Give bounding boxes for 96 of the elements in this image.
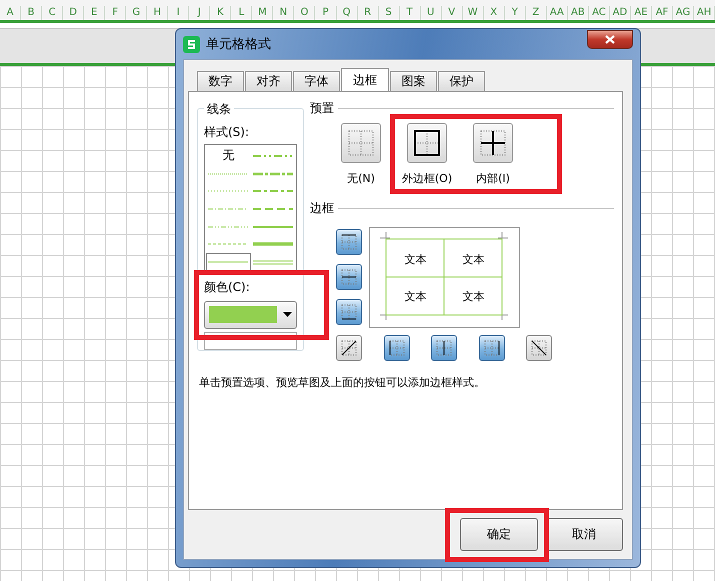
line-sample-icon	[208, 224, 248, 229]
preset-label: 外边框(O)	[402, 171, 452, 186]
border-toggle-button[interactable]	[526, 335, 552, 361]
border-grid-icon	[341, 269, 357, 285]
line-sample-icon	[252, 260, 293, 265]
column-header[interactable]: AF	[652, 6, 673, 20]
tab[interactable]: 图案	[390, 71, 437, 91]
line-sample-icon	[252, 207, 293, 212]
dialog-title: 单元格格式	[206, 36, 272, 53]
column-header[interactable]: R	[358, 6, 379, 20]
column-header[interactable]: C	[42, 6, 64, 20]
line-sample-icon	[252, 224, 293, 229]
preview-text: 文本	[404, 288, 428, 304]
preview-text: 文本	[462, 252, 486, 268]
line-sample-icon	[252, 154, 293, 158]
border-toggle-button[interactable]	[336, 229, 362, 255]
column-header[interactable]: AH	[694, 6, 715, 20]
color-dropdown[interactable]	[204, 301, 297, 329]
column-header[interactable]: J	[189, 6, 210, 20]
preset-button[interactable]	[473, 123, 513, 163]
border-grid-icon	[480, 130, 506, 156]
preview-text: 文本	[462, 288, 486, 304]
border-toggle-button[interactable]	[336, 264, 362, 290]
border-grid-icon	[348, 130, 374, 156]
preset-button[interactable]	[407, 123, 447, 163]
line-sample-icon	[252, 172, 293, 176]
tab[interactable]: 对齐	[245, 71, 292, 91]
field-label: 颜色(C):	[204, 279, 251, 296]
column-header[interactable]: AG	[673, 6, 694, 20]
tab[interactable]: 字体	[293, 71, 340, 91]
dialog-button[interactable]: 确定	[460, 518, 538, 551]
column-header[interactable]: A	[0, 6, 22, 20]
column-header[interactable]: X	[484, 6, 505, 20]
hint-text: 单击预置选项、预览草图及上面的按钮可以添加边框样式。	[199, 375, 486, 390]
close-icon	[605, 34, 615, 44]
preview-text: 文本	[404, 252, 428, 268]
column-header[interactable]: T	[400, 6, 421, 20]
column-header[interactable]: S	[378, 6, 400, 20]
column-header[interactable]: Y	[504, 6, 526, 20]
column-header[interactable]: Q	[336, 6, 358, 20]
column-header[interactable]: F	[105, 6, 126, 20]
section-title: 边框	[310, 200, 334, 217]
column-header[interactable]: G	[126, 6, 148, 20]
column-header[interactable]: V	[442, 6, 463, 20]
preset-label: 内部(I)	[476, 171, 510, 186]
border-grid-icon	[388, 340, 404, 356]
column-header[interactable]: I	[168, 6, 190, 20]
line-style-option[interactable]	[206, 253, 250, 271]
tab[interactable]: 边框	[341, 68, 389, 91]
border-grid-icon	[531, 340, 547, 356]
border-toggle-button[interactable]	[431, 335, 457, 361]
tab[interactable]: 保护	[438, 71, 485, 91]
border-grid-icon	[341, 234, 357, 250]
column-header[interactable]: L	[231, 6, 252, 20]
column-header[interactable]: AE	[630, 6, 652, 20]
app-logo-icon	[183, 36, 200, 52]
column-header[interactable]: AA	[546, 6, 568, 20]
column-header[interactable]: U	[420, 6, 442, 20]
border-toggle-button[interactable]	[336, 335, 362, 361]
column-header[interactable]: M	[252, 6, 274, 20]
column-header[interactable]: H	[147, 6, 168, 20]
border-toggle-button[interactable]	[478, 335, 504, 361]
line-sample-icon	[208, 172, 248, 176]
border-toggle-button[interactable]	[336, 299, 362, 325]
line-sample-icon	[252, 189, 293, 194]
column-header[interactable]: AC	[588, 6, 610, 20]
preset-label: 无(N)	[347, 171, 375, 186]
border-grid-icon	[436, 340, 452, 356]
border-toggle-button[interactable]	[384, 335, 410, 361]
line-sample-icon	[252, 242, 293, 246]
caret-icon	[283, 312, 292, 318]
border-grid-icon	[414, 130, 440, 156]
section-title: 预置	[310, 100, 334, 117]
line-sample-icon	[208, 242, 248, 246]
column-header[interactable]: AB	[568, 6, 589, 20]
column-header[interactable]: O	[294, 6, 316, 20]
line-sample-icon	[208, 189, 248, 194]
column-header[interactable]: E	[84, 6, 106, 20]
column-header[interactable]: W	[462, 6, 484, 20]
column-header[interactable]: P	[315, 6, 336, 20]
field-label: 样式(S):	[204, 124, 250, 141]
line-style-option[interactable]: 无	[206, 146, 250, 165]
line-sample-icon	[208, 207, 248, 212]
border-grid-icon	[341, 304, 357, 320]
border-grid-icon	[341, 340, 357, 356]
border-grid-icon	[484, 340, 500, 356]
column-header[interactable]: D	[63, 6, 84, 20]
close-button[interactable]	[587, 30, 633, 48]
column-header[interactable]: B	[21, 6, 42, 20]
column-header[interactable]: K	[210, 6, 232, 20]
column-header[interactable]: Z	[526, 6, 547, 20]
column-header[interactable]: AD	[610, 6, 631, 20]
line-sample-icon	[208, 260, 248, 264]
column-header[interactable]: N	[273, 6, 294, 20]
border-preview[interactable]: 文本 文本 文本 文本	[369, 227, 520, 328]
tab[interactable]: 数字	[197, 71, 244, 91]
